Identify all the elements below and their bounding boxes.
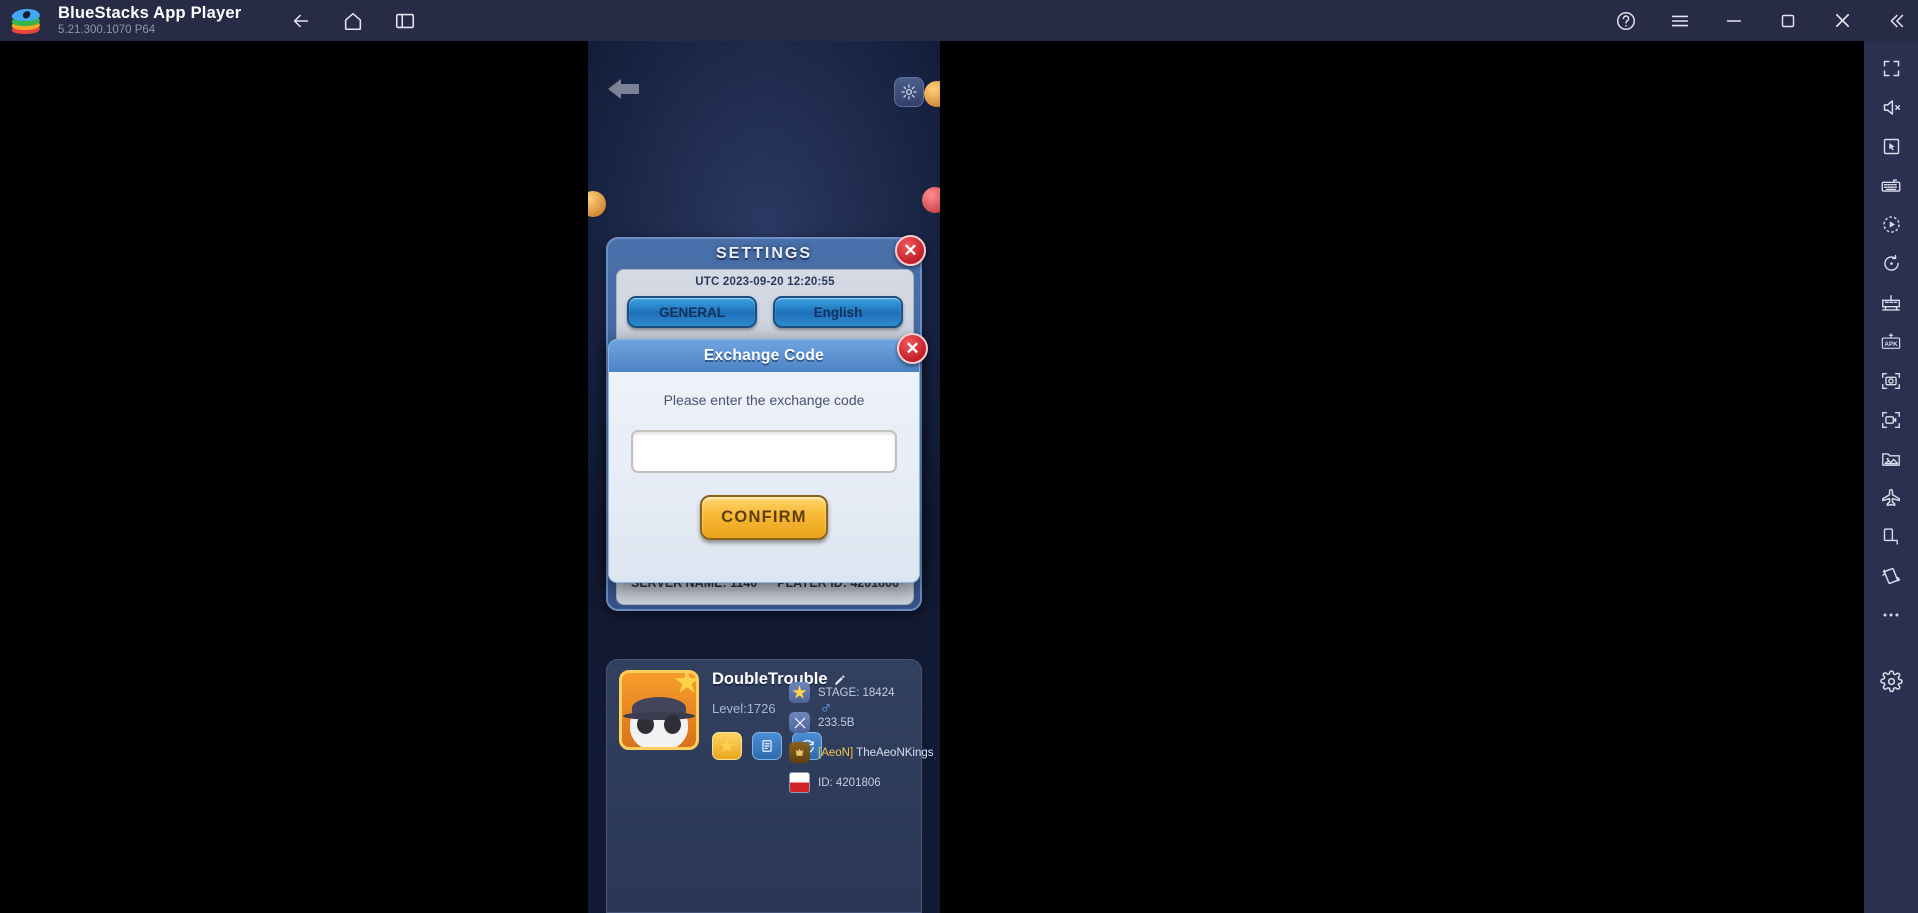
profile-notes-button[interactable] [752,732,782,760]
exchange-code-header: Exchange Code [608,339,920,372]
decoration-right-upper [924,81,940,107]
confirm-button-wrapper: CONFIRM [609,495,919,540]
window-controls [1599,0,1918,41]
app-version: 5.21.300.1070 P64 [58,23,156,36]
flag-indonesia-icon [789,772,810,793]
stat-clan-text: [AeoN] TheAeoNKings [818,747,934,759]
device-rotate-icon[interactable] [1869,517,1913,556]
more-options-icon[interactable] [1869,595,1913,634]
avatar[interactable] [619,670,699,750]
maximize-icon[interactable] [1770,3,1806,39]
help-icon[interactable] [1608,3,1644,39]
game-viewport: SETTINGS ✕ UTC 2023-09-20 12:20:55 GENER… [588,41,940,913]
stat-power-text: 233.5B [818,716,855,729]
swords-icon [789,712,810,733]
rotate-icon[interactable] [1869,244,1913,283]
stat-row-id: ID: 4201806 [789,772,919,793]
exchange-code-input-wrapper[interactable] [631,430,897,473]
avatar-star-icon [674,673,696,693]
decoration-left [588,191,606,217]
exchange-code-title: Exchange Code [703,347,825,364]
profile-stats-list: STAGE: 18424 233.5B [AeoN] TheAeoNKings [789,682,934,802]
game-settings-gear-icon[interactable] [894,77,924,107]
exchange-code-close-button[interactable]: ✕ [897,333,928,364]
clan-tag: [AeoN] [818,746,854,759]
profile-star-button[interactable] [712,732,742,760]
game-back-arrow-icon[interactable] [606,76,642,102]
shake-icon[interactable] [1869,556,1913,595]
settings-title: SETTINGS [715,245,812,262]
mute-icon[interactable] [1869,88,1913,127]
player-level: Level:1726 [712,700,776,716]
install-apk-icon[interactable]: APK [1869,322,1913,361]
bluestacks-sidebar: APK [1864,41,1918,913]
close-icon[interactable] [1824,3,1860,39]
avatar-panda-icon [623,697,695,747]
settings-close-button[interactable]: ✕ [895,235,926,266]
keyboard-controls-icon[interactable] [1869,166,1913,205]
back-arrow-icon[interactable] [283,3,319,39]
collapse-sidebar-icon[interactable] [1878,3,1914,39]
svg-text:APK: APK [1884,340,1898,347]
macro-play-icon[interactable] [1869,205,1913,244]
utc-timestamp: UTC 2023-09-20 12:20:55 [695,276,835,288]
clan-crest-icon [789,742,810,763]
stat-row-power: 233.5B [789,712,919,733]
exchange-code-input[interactable] [633,432,895,471]
exchange-code-body: Please enter the exchange code CONFIRM [608,372,920,583]
title-bar: BlueStacks App Player 5.21.300.1070 P64 [0,0,1918,41]
minimize-icon[interactable] [1716,3,1752,39]
menu-icon[interactable] [1662,3,1698,39]
clan-name: TheAeoNKings [856,746,934,759]
fullscreen-icon[interactable] [1869,49,1913,88]
titlebar-nav-group [283,3,423,39]
settings-button-row-top: GENERAL English [617,296,913,328]
settings-language-button[interactable]: English [773,296,903,328]
decoration-right [922,187,940,213]
multi-instance-icon[interactable] [387,3,423,39]
exchange-code-prompt: Please enter the exchange code [663,392,865,408]
stat-row-clan: [AeoN] TheAeoNKings [789,742,934,763]
confirm-button[interactable]: CONFIRM [700,495,828,540]
settings-general-button[interactable]: GENERAL [627,296,757,328]
airplane-mode-icon[interactable] [1869,478,1913,517]
bluestacks-window: BlueStacks App Player 5.21.300.1070 P64 [0,0,1918,913]
star-icon [789,682,810,703]
record-screen-icon[interactable] [1869,400,1913,439]
stat-stage-text: STAGE: 18424 [818,686,895,699]
home-icon[interactable] [335,3,371,39]
bluestacks-logo-icon [10,6,42,36]
multi-instance-manager-icon[interactable] [1869,283,1913,322]
player-profile-card: DoubleTrouble Level:1726 ♂ STAGE: 18424 … [606,659,934,913]
app-title: BlueStacks App Player [58,3,242,22]
cursor-icon[interactable] [1869,127,1913,166]
settings-gear-icon[interactable] [1869,662,1913,701]
media-manager-icon[interactable] [1869,439,1913,478]
title-text-group: BlueStacks App Player 5.21.300.1070 P64 [58,4,241,38]
stat-id-text: ID: 4201806 [818,776,881,789]
screenshot-icon[interactable] [1869,361,1913,400]
stat-row-stage: STAGE: 18424 [789,682,919,703]
exchange-code-dialog: Exchange Code ✕ Please enter the exchang… [608,333,928,583]
